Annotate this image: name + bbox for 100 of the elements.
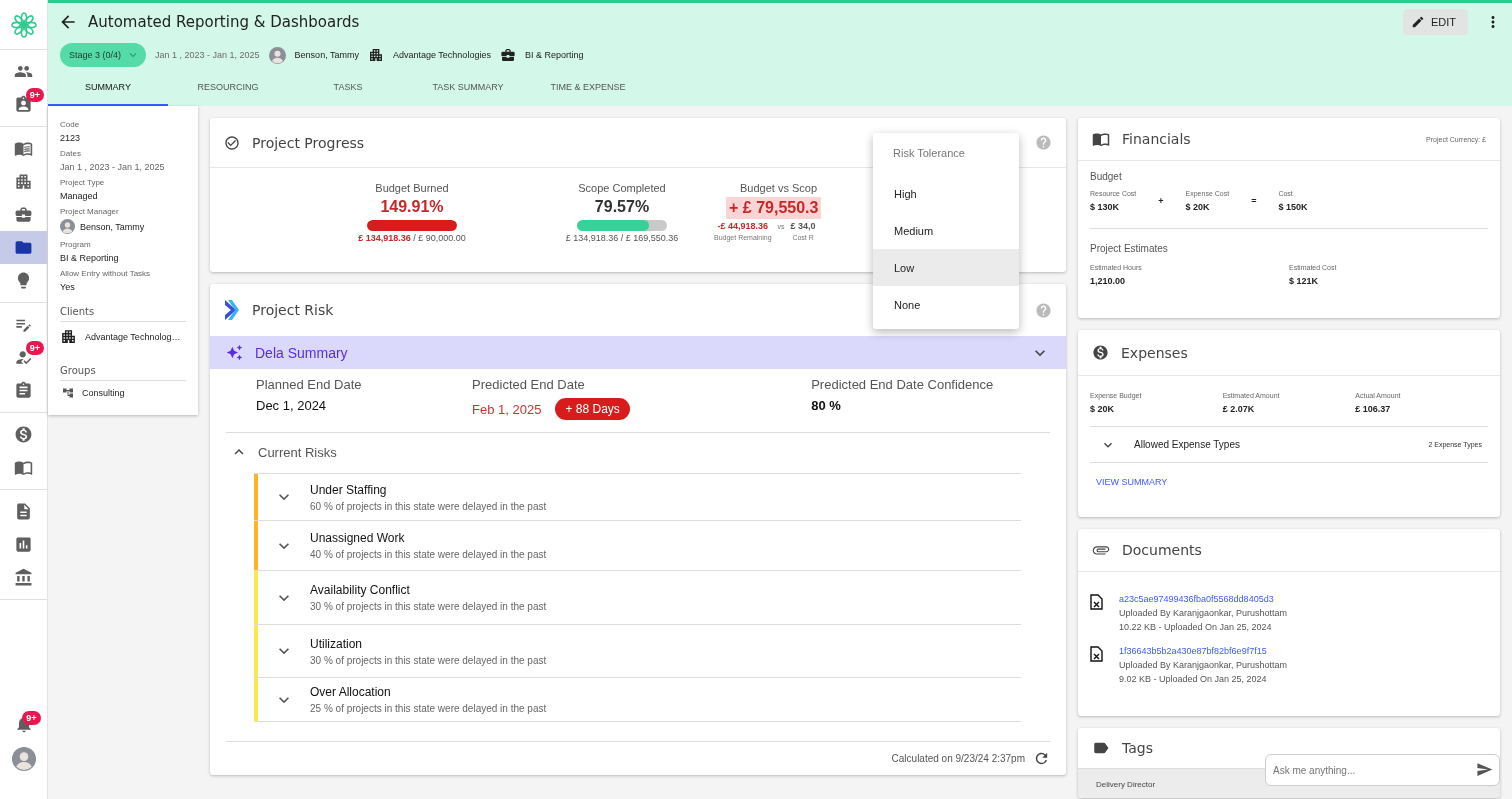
current-risks-toggle[interactable]: Current Risks xyxy=(210,433,1066,471)
menu-title: Risk Tolerance xyxy=(892,146,966,161)
field-label: Dates xyxy=(60,149,82,158)
chevron-logo-icon xyxy=(224,299,240,321)
tag-group-label: Delivery Director xyxy=(1096,780,1156,789)
building-icon xyxy=(14,172,33,191)
view-summary-link[interactable]: VIEW SUMMARY xyxy=(1078,463,1500,501)
notification-badge: 9+ xyxy=(25,341,44,355)
field-value: Managed xyxy=(60,191,99,201)
metric-amounts: £ 134,918.36 / £ 90,000.00 xyxy=(358,233,466,243)
risk-note: 25 % of projects in this state were delayed in the past xyxy=(310,703,547,714)
notification-badge: 9+ xyxy=(25,88,44,102)
manager-name: Benson, Tammy xyxy=(294,50,359,60)
document-uploader: Uploaded By Karanjgaonkar, Purushottam xyxy=(1119,660,1288,670)
menu-option[interactable]: High xyxy=(873,175,1019,212)
nav-rail-item[interactable] xyxy=(0,231,47,264)
risk-name: Utilization xyxy=(310,636,364,651)
card-title: Expenses xyxy=(1121,344,1189,361)
field-label: Project Manager xyxy=(60,207,120,216)
section-title: Project Estimates xyxy=(1090,243,1169,254)
figure-value: $ 150K xyxy=(1278,202,1308,212)
risk-name: Availability Conflict xyxy=(310,583,411,597)
money-icon xyxy=(1092,344,1109,361)
risk-note: 30 % of projects in this state were delayed in the past xyxy=(310,601,547,612)
document-meta: 9.02 KB - Uploaded On Jan 25, 2024 xyxy=(1119,674,1268,684)
field-value: BI & Reporting xyxy=(60,253,120,263)
avatar-icon xyxy=(60,219,75,234)
risk-name: Over Allocation xyxy=(310,685,392,699)
date-label: Predicted End Date xyxy=(472,377,586,392)
confidence-value: 80 % xyxy=(811,398,842,413)
stage-dropdown[interactable]: Stage 3 (0/4) xyxy=(60,43,147,67)
project-dates: Jan 1 , 2023 - Jan 1, 2025 xyxy=(155,50,260,60)
date-label: Planned End Date xyxy=(256,377,363,392)
card-title: Tags xyxy=(1122,740,1154,756)
card-title: Project Progress xyxy=(252,134,366,151)
field-label: Program xyxy=(60,240,92,249)
metric-value: + £ 79,550.3 xyxy=(726,197,822,219)
metric-amounts: £ 134,918.36 / £ 169,550.36 xyxy=(565,233,679,243)
metric-title: Budget Burned xyxy=(375,182,449,194)
tab[interactable]: TASK SUMMARY xyxy=(408,70,528,106)
date-label: Predicted End Date Confidence xyxy=(811,377,995,392)
chat-input[interactable]: Ask me anything... xyxy=(1265,754,1500,786)
spreadsheet-file-icon xyxy=(1090,646,1103,662)
refresh-icon[interactable] xyxy=(1033,750,1050,767)
send-icon[interactable] xyxy=(1476,761,1493,778)
risk-item[interactable]: Utilization 30 % of projects in this state were delayed in the past xyxy=(254,625,1021,678)
figure-value: £ 106.37 xyxy=(1355,404,1392,414)
hierarchy-icon xyxy=(62,387,74,399)
pencil-icon xyxy=(1410,14,1425,29)
summary-header[interactable]: Dela Summary xyxy=(210,336,1066,369)
metric-amount: -£ 44,918.36 xyxy=(717,221,769,231)
card-title: Documents xyxy=(1122,542,1203,558)
operator-sign: + xyxy=(1158,196,1164,206)
program-name: BI & Reporting xyxy=(524,50,584,60)
section-title: Budget xyxy=(1090,171,1123,182)
nav-rail-item[interactable]: 9+ xyxy=(0,341,47,374)
nav-rail-item[interactable]: 9+ xyxy=(0,88,47,121)
risk-item[interactable]: Availability Conflict 30 % of projects in this state were delayed in the past xyxy=(254,571,1021,625)
section-title: Clients xyxy=(60,306,186,322)
user-avatar xyxy=(11,747,36,771)
delay-badge: + 88 Days xyxy=(555,398,630,420)
card-title: Financials xyxy=(1122,131,1192,147)
field-value: 2123 xyxy=(60,133,82,143)
tab[interactable]: RESOURCING xyxy=(168,70,288,106)
project-title: Automated Reporting & Dashboards xyxy=(88,12,361,31)
client-name: Advantage Technologies xyxy=(393,50,491,60)
sparkle-icon xyxy=(226,344,243,361)
menu-option[interactable]: Medium xyxy=(873,212,1019,249)
operator-sign: = xyxy=(1251,196,1257,206)
document-link[interactable]: a23c5ae97499436fba0f5568dd8405d3 xyxy=(1119,594,1288,604)
field-label: Project Type xyxy=(60,178,106,187)
edit-button[interactable]: EDIT xyxy=(1402,8,1468,35)
card-title: Project Risk xyxy=(252,302,334,318)
risk-item[interactable]: Unassigned Work 40 % of projects in this state were delayed in the past xyxy=(254,521,1021,571)
risk-note: 30 % of projects in this state were delayed in the past xyxy=(310,654,547,666)
spreadsheet-file-icon xyxy=(1090,594,1103,610)
figure-value: 1,210.00 xyxy=(1090,276,1127,286)
figure-value: $ 121K xyxy=(1289,276,1320,286)
figure-value: $ 20K xyxy=(1090,404,1116,414)
tab[interactable]: TIME & EXPENSE xyxy=(528,70,648,106)
figure-value: £ 2.07K xyxy=(1222,404,1256,414)
menu-option[interactable]: Low xyxy=(873,249,1019,286)
risk-note: 60 % of projects in this state were delayed in the past xyxy=(310,500,547,512)
notifications-button[interactable]: 9+ xyxy=(3,711,44,737)
menu-option[interactable]: None xyxy=(873,286,1019,323)
risk-name: Unassigned Work xyxy=(310,531,406,545)
risk-note: 40 % of projects in this state were delayed in the past xyxy=(310,549,547,560)
briefcase-icon xyxy=(14,205,33,224)
section-title: Groups xyxy=(60,365,186,381)
tab[interactable]: TASKS xyxy=(288,70,408,106)
dollar-icon xyxy=(14,425,33,444)
risk-name: Under Staffing xyxy=(310,482,388,497)
building-icon xyxy=(60,328,77,345)
metric-value: 79.57% xyxy=(594,198,650,216)
briefcase-icon xyxy=(499,47,516,63)
notification-badge: 9+ xyxy=(22,711,41,725)
risk-item[interactable]: Under Staffing 60 % of projects in this state were delayed in the past xyxy=(254,474,1021,521)
risk-item[interactable]: Over Allocation 25 % of projects in this state were delayed in the past xyxy=(254,678,1021,722)
document-link[interactable]: 1f36643b5b2a430e87bf82bf6e9f7f15 xyxy=(1119,646,1288,656)
book-icon xyxy=(1092,130,1110,148)
